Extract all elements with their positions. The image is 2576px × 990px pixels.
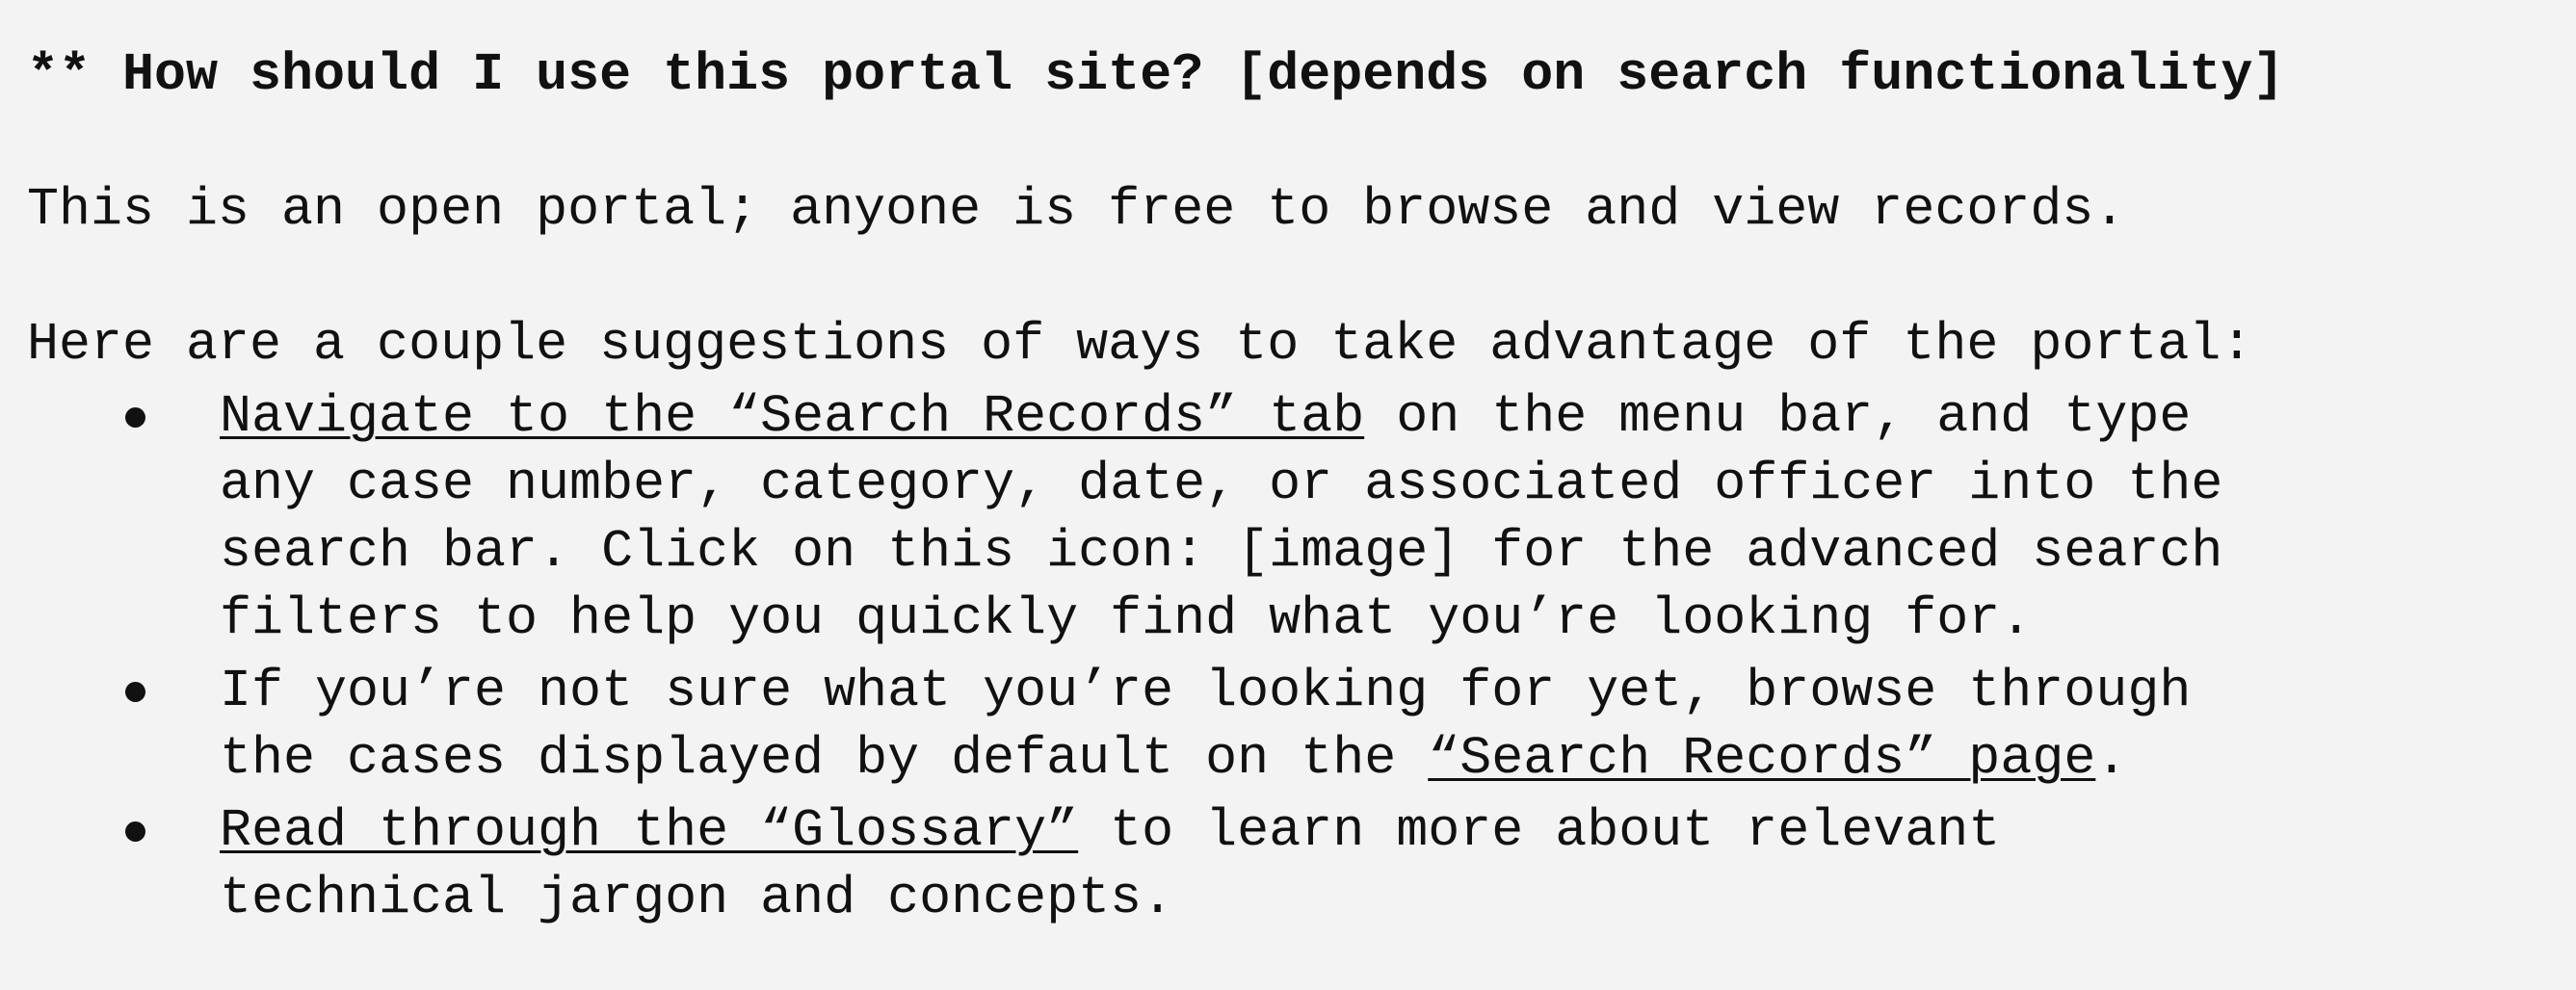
glossary-link[interactable]: Read through the “Glossary” bbox=[220, 800, 1078, 861]
bullet-line: technical jargon and concepts. bbox=[220, 868, 1174, 928]
search-records-tab-link[interactable]: Navigate to the “Search Records” tab bbox=[220, 386, 1364, 447]
bullet-text: to learn more about relevant bbox=[1078, 800, 2001, 861]
list-item: Read through the “Glossary” to learn mor… bbox=[0, 797, 2576, 932]
bullet-line: If you’re not sure what you’re looking f… bbox=[220, 661, 2192, 721]
bullet-line: Navigate to the “Search Records” tab on … bbox=[220, 383, 2576, 451]
bullet-dot-icon bbox=[125, 407, 145, 428]
suggestions-list: Navigate to the “Search Records” tab on … bbox=[0, 383, 2576, 937]
bullet-dot-icon bbox=[125, 821, 145, 842]
bullet-dot-icon bbox=[125, 682, 145, 702]
bullet-line: any case number, category, date, or asso… bbox=[220, 454, 2223, 514]
intro-paragraph: This is an open portal; anyone is free t… bbox=[27, 179, 2126, 240]
list-item: Navigate to the “Search Records” tab on … bbox=[0, 383, 2576, 653]
bullet-text: . bbox=[2095, 728, 2128, 789]
faq-heading: ** How should I use this portal site? [d… bbox=[27, 44, 2285, 105]
search-records-page-link[interactable]: “Search Records” page bbox=[1428, 728, 2095, 789]
bullet-line: the cases displayed by default on the “S… bbox=[220, 725, 2576, 793]
bullet-text: the cases displayed by default on the bbox=[220, 728, 1429, 789]
bullet-line: filters to help you quickly find what yo… bbox=[220, 588, 2033, 649]
list-item: If you’re not sure what you’re looking f… bbox=[0, 658, 2576, 793]
bullet-line: Read through the “Glossary” to learn mor… bbox=[220, 797, 2576, 865]
portal-help-document: ** How should I use this portal site? [d… bbox=[0, 0, 2576, 990]
bullet-text: on the menu bar, and type bbox=[1364, 386, 2192, 447]
suggestions-lead: Here are a couple suggestions of ways to… bbox=[27, 314, 2253, 375]
bullet-line: search bar. Click on this icon: [image] … bbox=[220, 521, 2223, 582]
